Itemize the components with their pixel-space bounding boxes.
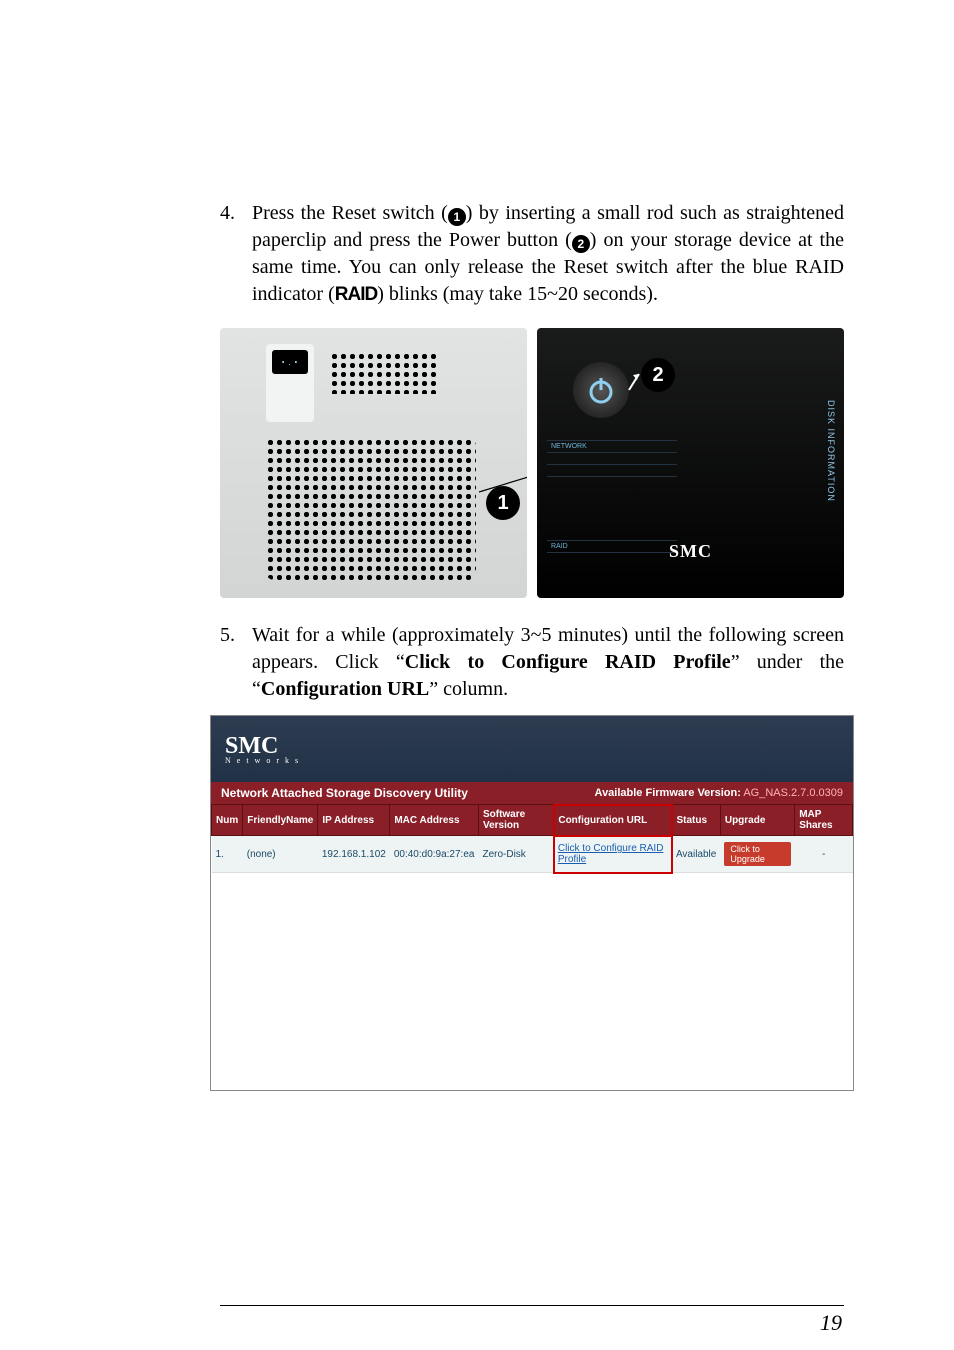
th-upgrade: Upgrade bbox=[720, 805, 794, 836]
callout-badge-2: 2 bbox=[641, 358, 675, 392]
th-conf: Configuration URL bbox=[554, 805, 672, 836]
discovery-utility-screenshot: SMC N e t w o r k s Network Attached Sto… bbox=[210, 715, 854, 1091]
cell-name: (none) bbox=[243, 836, 318, 873]
smc-logo: SMC bbox=[669, 541, 712, 562]
th-map: MAP Shares bbox=[795, 805, 853, 836]
device-front-figure: • . • 1 bbox=[220, 328, 527, 598]
step-5: 5. Wait for a while (approximately 3~5 m… bbox=[220, 622, 844, 703]
s5-b1: Click to Configure RAID Profile bbox=[405, 651, 731, 673]
device-mesh bbox=[266, 438, 476, 580]
smc-brand-logo: SMC N e t w o r k s bbox=[225, 733, 300, 765]
cell-upgrade: Click to Upgrade bbox=[720, 836, 794, 873]
s5-b2: Configuration URL bbox=[261, 678, 429, 700]
table-row: 1. (none) 192.168.1.102 00:40:d0:9a:27:e… bbox=[212, 836, 853, 873]
step-5-body: Wait for a while (approximately 3~5 minu… bbox=[252, 622, 844, 703]
power-button-icon: 2 bbox=[572, 235, 590, 253]
avail-value: AG_NAS.2.7.0.0309 bbox=[743, 787, 843, 799]
cell-mac: 00:40:d0:9a:27:ea bbox=[390, 836, 479, 873]
th-mac: MAC Address bbox=[390, 805, 479, 836]
footer-rule bbox=[220, 1305, 844, 1306]
avail-label: Available Firmware Version: bbox=[595, 787, 741, 799]
th-ip: IP Address bbox=[318, 805, 390, 836]
cell-ip: 192.168.1.102 bbox=[318, 836, 390, 873]
cell-map: - bbox=[795, 836, 853, 873]
callout-arrow-icon bbox=[627, 372, 641, 392]
cell-num: 1. bbox=[212, 836, 243, 873]
brand-sub: N e t w o r k s bbox=[225, 756, 300, 765]
lcd-dots-icon: • . • bbox=[282, 358, 299, 367]
cell-sw: Zero-Disk bbox=[478, 836, 553, 873]
th-name: FriendlyName bbox=[243, 805, 318, 836]
device-display-figure: 2 DISK INFORMATION NETWORK RAID SMC bbox=[537, 328, 844, 598]
s4-pre: Press the Reset switch ( bbox=[252, 202, 448, 224]
power-knob-icon bbox=[573, 362, 629, 418]
page-number: 19 bbox=[820, 1310, 842, 1336]
device-mesh bbox=[330, 352, 440, 394]
s4-post: ) blinks (may take 15~20 seconds). bbox=[377, 283, 658, 305]
th-num: Num bbox=[212, 805, 243, 836]
cell-conf: Click to Configure RAID Profile bbox=[554, 836, 672, 873]
raid-mark: RAID bbox=[335, 284, 377, 305]
discovery-table: Num FriendlyName IP Address MAC Address … bbox=[211, 804, 853, 873]
step-5-num: 5. bbox=[220, 622, 252, 703]
discovery-title: Network Attached Storage Discovery Utili… bbox=[221, 786, 468, 800]
th-sw: Software Version bbox=[478, 805, 553, 836]
upgrade-button[interactable]: Click to Upgrade bbox=[724, 842, 790, 866]
display-raid-label: RAID bbox=[547, 540, 677, 552]
disk-information-label: DISK INFORMATION bbox=[816, 400, 836, 530]
available-firmware: Available Firmware Version: AG_NAS.2.7.0… bbox=[595, 787, 843, 799]
th-status: Status bbox=[672, 805, 720, 836]
callout-badge-1: 1 bbox=[486, 486, 520, 520]
step-4-body: Press the Reset switch (1) by inserting … bbox=[252, 200, 844, 308]
s5-post: ” column. bbox=[429, 678, 508, 700]
reset-switch-icon: 1 bbox=[448, 208, 466, 226]
cell-status: Available bbox=[672, 836, 720, 873]
display-network-label: NETWORK bbox=[547, 440, 677, 452]
configure-raid-link[interactable]: Click to Configure RAID Profile bbox=[558, 843, 664, 865]
step-4: 4. Press the Reset switch (1) by inserti… bbox=[220, 200, 844, 308]
step-4-num: 4. bbox=[220, 200, 252, 308]
